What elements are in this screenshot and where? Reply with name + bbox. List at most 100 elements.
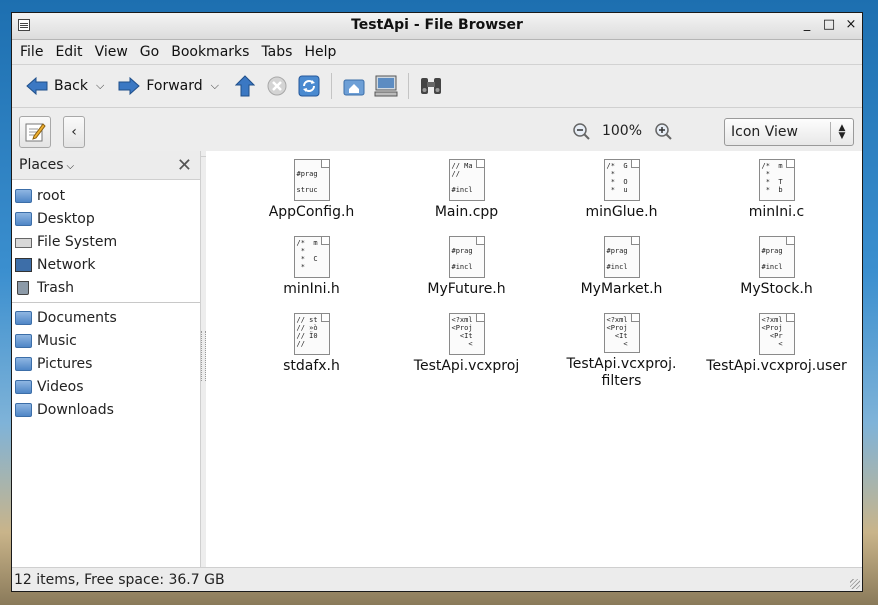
file-item[interactable]: #prag struc AppConfig.h: [234, 159, 389, 236]
places-dropdown[interactable]: Places ⌵: [12, 157, 74, 173]
file-grid: #prag struc AppConfig.h // Ma // #incl Main…: [234, 159, 854, 390]
file-item[interactable]: // st // »ò // Ï0 // stdafx.h: [234, 313, 389, 390]
minimize-button[interactable]: _: [800, 16, 814, 34]
forward-button[interactable]: Forward: [114, 70, 206, 102]
file-name: TestApi.vcxproj: [413, 358, 520, 374]
close-sidebar-icon[interactable]: ✕: [177, 155, 192, 176]
updown-arrows-icon: ▲ ▼: [838, 123, 846, 141]
menu-view[interactable]: View: [89, 42, 134, 62]
status-bar: 12 items, Free space: 36.7 GB: [12, 567, 862, 591]
toolbar-separator: [331, 73, 332, 99]
file-name: minGlue.h: [585, 204, 658, 220]
forward-label: Forward: [146, 78, 203, 94]
text-file-icon: <?xml <Proj <Pr <: [758, 313, 795, 355]
status-text: 12 items, Free space: 36.7 GB: [14, 571, 225, 588]
home-folder-icon: [15, 188, 32, 203]
file-item[interactable]: #prag #incl MyMarket.h: [544, 236, 699, 313]
text-file-icon: #prag #incl: [758, 236, 795, 278]
file-item[interactable]: // Ma // #incl Main.cpp: [389, 159, 544, 236]
menu-bookmarks[interactable]: Bookmarks: [165, 42, 255, 62]
text-file-icon: // st // »ò // Ï0 //: [293, 313, 330, 355]
path-scroll-left-button[interactable]: ‹: [63, 116, 85, 148]
home-folder-icon: [343, 79, 365, 96]
up-arrow-icon: [235, 75, 255, 97]
binoculars-icon: [421, 78, 441, 94]
toggle-location-entry-button[interactable]: [19, 116, 51, 148]
maximize-button[interactable]: □: [822, 16, 836, 34]
reload-button[interactable]: [293, 70, 325, 102]
file-name: TestApi.vcxproj. filters: [566, 356, 677, 389]
folder-icon: [15, 379, 32, 394]
file-item[interactable]: <?xml <Proj <Pr < TestApi.vcxproj.user: [699, 313, 854, 390]
menu-file[interactable]: File: [14, 42, 49, 62]
bookmark-item-downloads[interactable]: Downloads: [12, 398, 200, 421]
folder-icon: [15, 310, 32, 325]
edit-location-icon: [25, 123, 46, 142]
zoom-in-icon[interactable]: [654, 122, 672, 140]
bookmark-label: Music: [37, 332, 77, 349]
reload-icon: [298, 75, 320, 97]
bookmark-item-music[interactable]: Music: [12, 329, 200, 352]
file-name: AppConfig.h: [268, 204, 355, 220]
place-item-network[interactable]: Network: [12, 253, 200, 276]
place-label: Trash: [37, 279, 74, 296]
view-mode-value: Icon View: [731, 124, 798, 140]
menu-tabs[interactable]: Tabs: [255, 42, 298, 62]
file-item[interactable]: #prag #incl MyFuture.h: [389, 236, 544, 313]
computer-icon: [374, 75, 398, 97]
back-history-dropdown-icon[interactable]: ⌵: [96, 79, 104, 93]
forward-history-dropdown-icon[interactable]: ⌵: [211, 79, 219, 93]
bookmark-label: Pictures: [37, 355, 93, 372]
file-item[interactable]: <?xml <Proj <It < TestApi.vcxproj: [389, 313, 544, 390]
places-separator: [12, 302, 200, 303]
bookmark-item-documents[interactable]: Documents: [12, 306, 200, 329]
file-item[interactable]: /* G * * O * u minGlue.h: [544, 159, 699, 236]
view-mode-select[interactable]: Icon View ▲ ▼: [724, 118, 854, 146]
text-file-icon: // Ma // #incl: [448, 159, 485, 201]
text-file-icon: /* m * * C *: [293, 236, 330, 278]
window-title: TestApi - File Browser: [351, 17, 523, 33]
text-file-icon: #prag #incl: [603, 236, 640, 278]
chevron-down-icon: ⌵: [66, 161, 75, 172]
place-item-trash[interactable]: Trash: [12, 276, 200, 299]
place-item-desktop[interactable]: Desktop: [12, 207, 200, 230]
place-item-file-system[interactable]: File System: [12, 230, 200, 253]
place-item-root[interactable]: root: [12, 184, 200, 207]
zoom-level: 100%: [601, 123, 642, 139]
file-item[interactable]: <?xml <Proj <It < TestApi.vcxproj. filter…: [544, 313, 699, 390]
places-list: root Desktop File System Network Trash D…: [12, 180, 200, 421]
place-label: Network: [37, 256, 96, 273]
chevron-left-icon: ‹: [71, 124, 77, 140]
close-button[interactable]: ×: [844, 16, 858, 34]
title-bar[interactable]: TestApi - File Browser _ □ ×: [12, 13, 862, 40]
text-file-icon: #prag #incl: [448, 236, 485, 278]
computer-button[interactable]: [370, 70, 402, 102]
home-button[interactable]: [338, 70, 370, 102]
bookmark-label: Documents: [37, 309, 117, 326]
main-toolbar: Back ⌵ Forward ⌵: [12, 65, 862, 108]
menu-help[interactable]: Help: [298, 42, 342, 62]
places-sidebar: Places ⌵ ✕ root Desktop File System Netw…: [12, 151, 201, 568]
file-item[interactable]: #prag #incl MyStock.h: [699, 236, 854, 313]
stop-button[interactable]: [261, 70, 293, 102]
back-arrow-icon: [26, 76, 48, 96]
menu-go[interactable]: Go: [134, 42, 165, 62]
file-item[interactable]: /* m * * C * minIni.h: [234, 236, 389, 313]
file-view: #prag struc AppConfig.h // Ma // #incl Main…: [206, 151, 862, 568]
file-item[interactable]: /* m * * T * b minIni.c: [699, 159, 854, 236]
stop-icon: [267, 76, 287, 96]
bookmark-label: Videos: [37, 378, 84, 395]
text-file-icon: <?xml <Proj <It <: [448, 313, 485, 355]
bookmark-item-pictures[interactable]: Pictures: [12, 352, 200, 375]
up-button[interactable]: [229, 70, 261, 102]
search-button[interactable]: [415, 70, 447, 102]
network-icon: [15, 257, 32, 272]
back-button[interactable]: Back: [22, 70, 92, 102]
forward-arrow-icon: [118, 76, 141, 96]
zoom-out-icon[interactable]: [572, 122, 590, 140]
folder-icon: [15, 333, 32, 348]
resize-grip-icon[interactable]: [850, 579, 860, 589]
file-name: MyStock.h: [740, 281, 813, 297]
bookmark-item-videos[interactable]: Videos: [12, 375, 200, 398]
menu-edit[interactable]: Edit: [49, 42, 88, 62]
